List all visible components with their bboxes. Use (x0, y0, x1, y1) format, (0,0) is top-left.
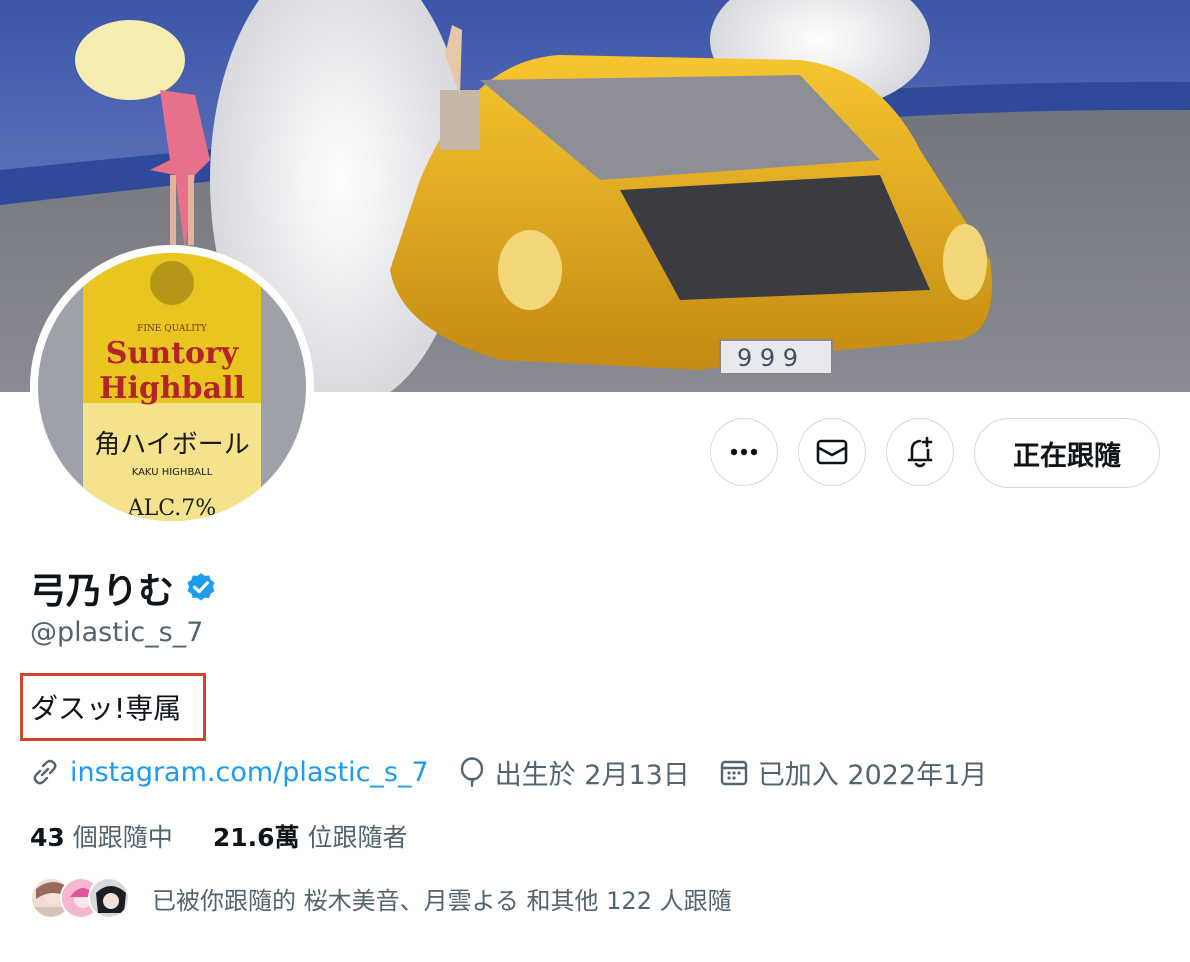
avatar[interactable]: FINE QUALITY Suntory Highball 角ハイボール KAK… (30, 245, 314, 529)
website-item: instagram.com/plastic_s_7 (30, 757, 429, 788)
svg-text:9 9 9: 9 9 9 (737, 344, 798, 372)
follower-avatar (88, 877, 130, 919)
bell-plus-icon (907, 436, 933, 468)
followers-stat[interactable]: 21.6萬 位跟隨者 (213, 818, 408, 854)
notify-button[interactable] (886, 418, 954, 486)
avatar-sub: KAKU HIGHBALL (132, 467, 213, 478)
link-icon (33, 759, 57, 785)
birthday-text: 出生於 2月13日 (494, 759, 690, 791)
website-link[interactable]: instagram.com/plastic_s_7 (70, 757, 429, 788)
following-button[interactable]: 正在跟隨 (974, 418, 1160, 488)
follower-avatars (30, 875, 140, 921)
following-stat[interactable]: 43 個跟隨中 (30, 818, 173, 854)
display-name: 弓乃りむ (30, 571, 175, 612)
avatar-line1: FINE QUALITY (137, 324, 208, 334)
calendar-icon (720, 760, 748, 786)
profile-meta: instagram.com/plastic_s_7 出生於 2月13日 已加入 … (30, 752, 1017, 792)
display-name-row: 弓乃りむ (30, 562, 218, 614)
follow-stats: 43 個跟隨中 21.6萬 位跟隨者 (30, 818, 408, 854)
avatar-jp: 角ハイボール (94, 430, 249, 460)
handle: @plastic_s_7 (30, 617, 204, 648)
bio: ダスッ!専属 (30, 692, 182, 725)
followers-count: 21.6萬 (212, 823, 300, 852)
followed-by-text: 已被你跟隨的 桜木美音、月雲よる 和其他 122 人跟隨 (152, 886, 732, 915)
ellipsis-icon (730, 448, 758, 456)
joined-text: 已加入 2022年1月 (757, 759, 988, 791)
more-button[interactable] (710, 418, 778, 486)
avatar-brand2: Highball (99, 371, 245, 406)
following-count: 43 (30, 823, 65, 852)
followers-label: 位跟隨者 (307, 823, 408, 852)
followed-by-row[interactable]: 已被你跟隨的 桜木美音、月雲よる 和其他 122 人跟隨 (30, 875, 732, 921)
balloon-icon (460, 757, 483, 787)
avatar-alc: ALC.7% (127, 496, 216, 521)
verified-badge-icon[interactable] (184, 571, 218, 605)
avatar-brand1: Suntory (106, 336, 240, 371)
envelope-icon (816, 439, 848, 465)
following-label: 個跟隨中 (72, 823, 173, 852)
joined-item: 已加入 2022年1月 (720, 753, 987, 792)
avatar-image: FINE QUALITY Suntory Highball 角ハイボール KAK… (38, 253, 306, 521)
birthday-item: 出生於 2月13日 (459, 753, 690, 792)
message-button[interactable] (798, 418, 866, 486)
